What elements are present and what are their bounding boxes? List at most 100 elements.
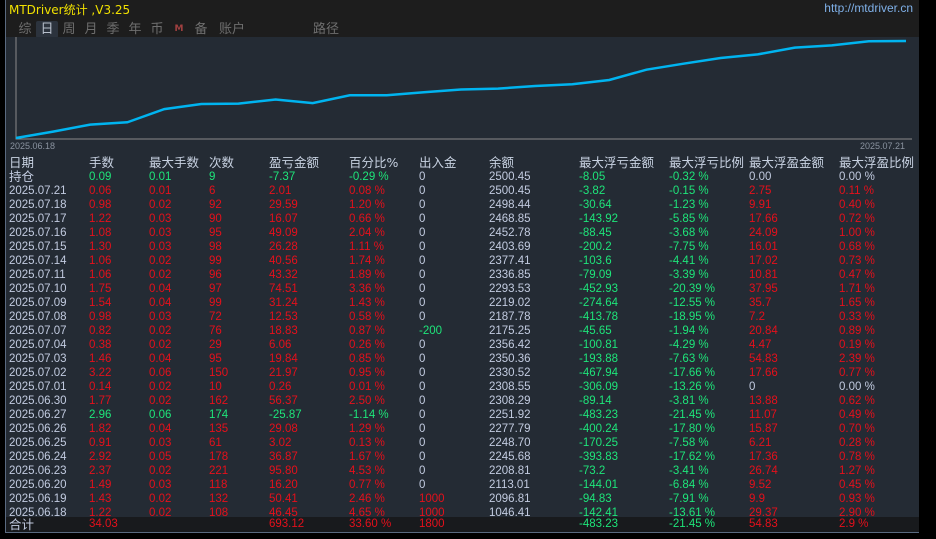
column-header[interactable]: 最大浮盈比例	[839, 155, 914, 171]
cell: 1.22	[89, 213, 112, 225]
cell: 150	[209, 367, 229, 379]
tab-1[interactable]: 日	[36, 21, 58, 38]
cell: 2175.25	[489, 325, 531, 337]
table-row: 2025.07.18 0.98 0.02 92 29.59 1.20 % 0 2498.44 -…	[6, 198, 919, 212]
cell: -7.91 %	[669, 493, 709, 505]
cell: 0	[419, 353, 426, 365]
cell: 2025.07.03	[9, 353, 67, 365]
cell: 2025.07.01	[9, 381, 67, 393]
cell: -1.23 %	[669, 199, 709, 211]
cell: 0.98	[89, 199, 112, 211]
cell: 17.36	[749, 451, 778, 463]
tab-7[interactable]: M	[168, 21, 190, 38]
column-header[interactable]: 余额	[489, 155, 514, 171]
column-header[interactable]: 最大浮亏金额	[579, 155, 654, 171]
cell: 95.80	[269, 465, 298, 477]
daily-stats-table: 日期 手数 最大手数 次数 盈亏金额 百分比% 出入金 余额 最大浮亏金额 最大浮亏比例 最大浮盈金…	[6, 151, 919, 532]
chart-axis	[15, 37, 912, 140]
cell: 98	[209, 241, 222, 253]
cell: 0.68 %	[839, 241, 875, 253]
cell: 0.85 %	[349, 353, 385, 365]
tab-9[interactable]: 账户	[212, 21, 252, 38]
column-header[interactable]: 出入金	[419, 155, 457, 171]
cell: 9.52	[749, 479, 772, 491]
column-header[interactable]: 百分比%	[349, 155, 398, 171]
cell: -170.25	[579, 437, 619, 449]
cell: -3.41 %	[669, 465, 709, 477]
cell: 2.39 %	[839, 353, 875, 365]
window-title: MTDriver统计 ,V3.25	[9, 3, 131, 17]
column-header[interactable]: 次数	[209, 155, 234, 171]
cell: 2025.07.07	[9, 325, 67, 337]
cell: 29	[209, 339, 222, 351]
tab-10[interactable]: 路径	[306, 21, 346, 38]
cell: 76	[209, 325, 222, 337]
tab-6[interactable]: 币	[146, 21, 168, 38]
cell: 1.11 %	[349, 241, 384, 253]
cell: -89.14	[579, 395, 612, 407]
cell: -25.87	[269, 409, 302, 421]
cell: 1.49	[89, 479, 112, 491]
cell: 56.37	[269, 395, 298, 407]
cell: 35.7	[749, 297, 772, 309]
cell: 2.37	[89, 465, 112, 477]
cell: 1.82	[89, 423, 112, 435]
cell: 0.06	[149, 409, 172, 421]
cell: -1.94 %	[669, 325, 709, 337]
cell: 0	[419, 213, 426, 225]
tab-8[interactable]: 备	[190, 21, 212, 38]
table-header: 日期 手数 最大手数 次数 盈亏金额 百分比% 出入金 余额 最大浮亏金额 最大浮亏比例 最大浮盈金…	[6, 155, 919, 171]
column-header[interactable]: 盈亏金额	[269, 155, 319, 171]
cell: 17.66	[749, 367, 778, 379]
cell: -3.82	[579, 185, 606, 197]
cell: 92	[209, 199, 222, 211]
table-row: 2025.06.20 1.49 0.03 118 16.20 0.77 % 0 2113.01…	[6, 478, 919, 492]
cell: 43.32	[269, 269, 298, 281]
tab-3[interactable]: 月	[80, 21, 102, 38]
cell: 0	[419, 339, 426, 351]
column-header[interactable]: 手数	[89, 155, 114, 171]
cell: 31.24	[269, 297, 298, 309]
cell: 2500.45	[489, 171, 531, 183]
tab-4[interactable]: 季	[102, 21, 124, 38]
cell: 0	[419, 199, 426, 211]
cell: 2025.07.21	[9, 185, 67, 197]
table-row: 2025.06.25 0.91 0.03 61 3.02 0.13 % 0 2248.70 -1…	[6, 436, 919, 450]
column-header[interactable]: 最大浮亏比例	[669, 155, 744, 171]
cell: -79.09	[579, 269, 612, 281]
cell: -193.88	[579, 353, 619, 365]
cell: 2025.06.20	[9, 479, 67, 491]
website-link[interactable]: http://mtdriver.cn	[824, 1, 913, 15]
cell: 1.43 %	[349, 297, 385, 309]
total-row: 合计 34.03 693.12 33.60 % 1800 -483.23 -21.45 % 5…	[6, 517, 919, 532]
cell: 1.20 %	[349, 199, 385, 211]
cell: -103.6	[579, 255, 612, 267]
cell: 0.00 %	[839, 381, 875, 393]
cell: -20.39 %	[669, 283, 716, 295]
cell: 2251.92	[489, 409, 531, 421]
cell: 6.21	[749, 437, 772, 449]
tab-0[interactable]: 综	[14, 21, 36, 38]
cell: 16.07	[269, 213, 298, 225]
cell: 0.02	[149, 339, 172, 351]
cell: 0.04	[149, 423, 172, 435]
cell: 2113.01	[489, 479, 530, 491]
cell: 20.84	[749, 325, 778, 337]
cell: 0.00	[749, 171, 772, 183]
cell: 2025.07.08	[9, 311, 67, 323]
bottom-bar	[0, 533, 936, 539]
tab-5[interactable]: 年	[124, 21, 146, 38]
column-header[interactable]: 最大浮盈金额	[749, 155, 824, 171]
cell: 221	[209, 465, 229, 477]
column-header[interactable]: 最大手数	[149, 155, 199, 171]
cell: 0	[419, 409, 426, 421]
table-row: 2025.07.04 0.38 0.02 29 6.06 0.26 % 0 2356.42 -1…	[6, 338, 919, 352]
tab-2[interactable]: 周	[58, 21, 80, 38]
cell: 0.03	[149, 479, 172, 491]
cell: -483.23	[579, 409, 619, 421]
cell: -393.83	[579, 451, 619, 463]
cell: 2025.07.15	[9, 241, 67, 253]
cell: 4.47	[749, 339, 772, 351]
table-row: 2025.07.01 0.14 0.02 10 0.26 0.01 % 0 2308.55 -3…	[6, 380, 919, 394]
cell: 132	[209, 493, 229, 505]
